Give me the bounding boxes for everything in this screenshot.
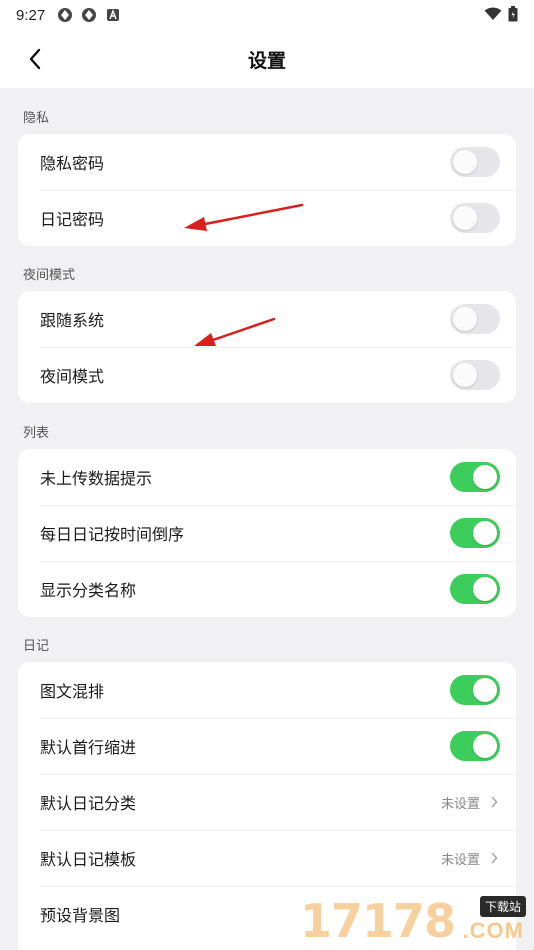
watermark-badge: 下载站 [479,896,526,917]
section-label-diary: 日记 [23,638,50,653]
setting-label: 默认首行缩进 [40,740,137,757]
site-watermark: 17178 下载站 .COM [300,894,530,948]
app-header: 设置 [0,30,534,88]
setting-label: 隐私密码 [40,156,105,173]
setting-label: 跟随系统 [40,313,105,330]
a-notification-icon [105,7,121,23]
toggle-knob [473,577,497,601]
setting-label: 日记密码 [40,212,105,229]
diary-password-toggle[interactable] [450,203,500,233]
setting-row-privacy-password[interactable]: 隐私密码 [18,134,516,190]
back-button[interactable] [22,46,48,72]
reverse-time-order-toggle[interactable] [450,518,500,548]
setting-label: 每日日记按时间倒序 [40,527,185,544]
setting-row-reverse-time-order[interactable]: 每日日记按时间倒序 [18,505,516,561]
section-label-night-mode: 夜间模式 [23,267,76,282]
chevron-left-icon [29,48,41,70]
privacy-password-toggle[interactable] [450,147,500,177]
setting-row-default-category[interactable]: 默认日记分类 未设置 [18,774,516,830]
toggle-knob [453,363,477,387]
night-mode-card: 跟随系统 夜间模式 [18,291,516,403]
setting-row-unuploaded-hint[interactable]: 未上传数据提示 [18,449,516,505]
page-title: 设置 [247,50,286,72]
watermark-number: 17178 [300,894,456,948]
list-card: 未上传数据提示 每日日记按时间倒序 显示分类名称 [18,449,516,617]
battery-icon [508,6,518,26]
section-label-list: 列表 [23,425,50,440]
setting-label: 默认日记模板 [40,852,137,869]
status-bar: 9:27 [0,0,534,30]
chevron-right-icon [490,795,500,809]
watermark-suffix: .COM [462,918,524,943]
section-label-privacy: 隐私 [23,110,50,125]
setting-label: 显示分类名称 [40,583,137,600]
unuploaded-hint-toggle[interactable] [450,462,500,492]
show-category-name-toggle[interactable] [450,574,500,604]
setting-label: 默认日记分类 [40,796,137,813]
chevron-right-icon [490,851,500,865]
toggle-knob [473,521,497,545]
toggle-knob [473,678,497,702]
setting-row-night-mode[interactable]: 夜间模式 [18,347,516,403]
setting-row-first-line-indent[interactable]: 默认首行缩进 [18,718,516,774]
privacy-card: 隐私密码 日记密码 [18,134,516,246]
setting-row-show-category-name[interactable]: 显示分类名称 [18,561,516,617]
setting-label: 夜间模式 [40,369,105,386]
setting-value: 未设置 [440,851,480,867]
toggle-knob [453,206,477,230]
setting-row-mixed-layout[interactable]: 图文混排 [18,662,516,718]
wifi-icon [484,7,502,25]
status-time: 9:27 [16,6,46,24]
toggle-knob [453,150,477,174]
follow-system-toggle[interactable] [450,304,500,334]
app-notification-icon [81,7,97,23]
setting-label: 未上传数据提示 [40,471,153,488]
app-notification-icon [57,7,73,23]
setting-row-default-template[interactable]: 默认日记模板 未设置 [18,830,516,886]
setting-row-diary-password[interactable]: 日记密码 [18,190,516,246]
mixed-layout-toggle[interactable] [450,675,500,705]
setting-label: 图文混排 [40,684,105,701]
first-line-indent-toggle[interactable] [450,731,500,761]
toggle-knob [473,465,497,489]
setting-row-follow-system[interactable]: 跟随系统 [18,291,516,347]
night-mode-toggle[interactable] [450,360,500,390]
toggle-knob [453,307,477,331]
toggle-knob [473,734,497,758]
setting-value: 未设置 [440,795,480,811]
